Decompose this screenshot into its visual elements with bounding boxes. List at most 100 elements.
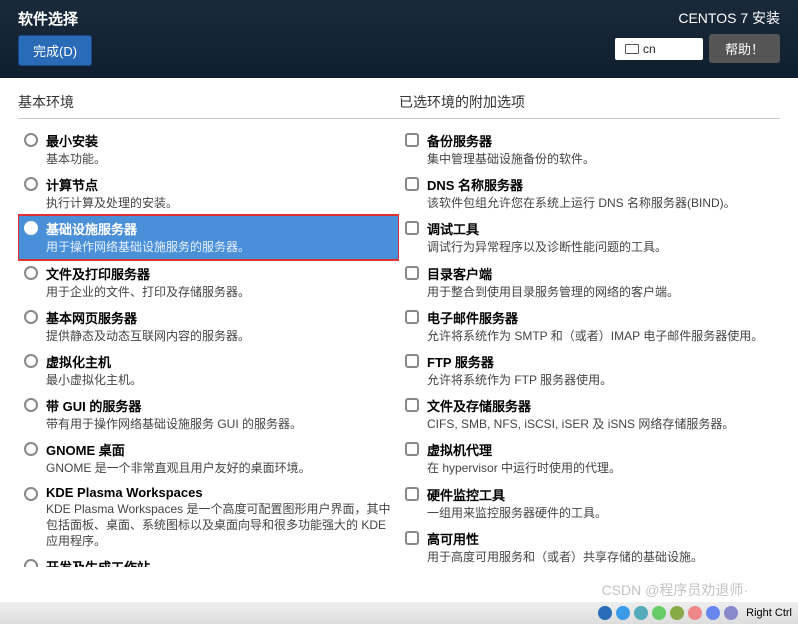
checkbox-icon [405, 531, 419, 545]
watermark: CSDN @程序员劝退师· [602, 580, 748, 600]
top-bar: 软件选择 完成(D) CENTOS 7 安装 cn 帮助！ [0, 0, 798, 78]
addon-item[interactable]: DNS 名称服务器该软件包组允许您在系统上运行 DNS 名称服务器(BIND)。 [399, 171, 780, 215]
addon-desc: 一组用来监控服务器硬件的工具。 [427, 505, 774, 521]
checkbox-icon [405, 133, 419, 147]
help-button[interactable]: 帮助！ [709, 34, 780, 63]
addon-item[interactable]: 硬件监控工具一组用来监控服务器硬件的工具。 [399, 481, 780, 525]
env-item[interactable]: 开发及生成工作站用于软件、硬件、图形或者内容开发的工作站。 [18, 553, 399, 567]
checkbox-icon [405, 266, 419, 280]
checkbox-icon [405, 221, 419, 235]
env-label: KDE Plasma Workspaces [46, 485, 393, 500]
addon-desc: 该软件包组允许您在系统上运行 DNS 名称服务器(BIND)。 [427, 195, 774, 211]
vm-taskbar: Right Ctrl [0, 602, 798, 624]
env-item[interactable]: 基础设施服务器用于操作网络基础设施服务的服务器。 [18, 215, 399, 259]
addon-label: 目录客户端 [427, 264, 774, 283]
addon-desc: 允许将系统作为 FTP 服务器使用。 [427, 372, 774, 388]
addon-item[interactable]: 虚拟机代理在 hypervisor 中运行时使用的代理。 [399, 436, 780, 480]
env-label: GNOME 桌面 [46, 440, 393, 459]
tray-icon[interactable] [688, 606, 702, 620]
addon-label: FTP 服务器 [427, 352, 774, 371]
radio-icon [24, 221, 38, 235]
tray-icon[interactable] [598, 606, 612, 620]
addon-desc: CIFS, SMB, NFS, iSCSI, iSER 及 iSNS 网络存储服… [427, 416, 774, 432]
radio-icon [24, 398, 38, 412]
env-label: 计算节点 [46, 175, 393, 194]
addon-label: 高可用性 [427, 529, 774, 548]
install-label: CENTOS 7 安装 [615, 8, 780, 28]
env-item[interactable]: 文件及打印服务器用于企业的文件、打印及存储服务器。 [18, 260, 399, 304]
addon-label: 调试工具 [427, 219, 774, 238]
env-item[interactable]: KDE Plasma WorkspacesKDE Plasma Workspac… [18, 481, 399, 554]
env-desc: 基本功能。 [46, 151, 393, 167]
addon-item[interactable]: 文件及存储服务器CIFS, SMB, NFS, iSCSI, iSER 及 iS… [399, 392, 780, 436]
addon-item[interactable]: 目录客户端用于整合到使用目录服务管理的网络的客户端。 [399, 260, 780, 304]
env-label: 文件及打印服务器 [46, 264, 393, 283]
tray-icon[interactable] [724, 606, 738, 620]
tray-icon[interactable] [670, 606, 684, 620]
addon-item[interactable]: 调试工具调试行为异常程序以及诊断性能问题的工具。 [399, 215, 780, 259]
env-desc: 执行计算及处理的安装。 [46, 195, 393, 211]
checkbox-icon [405, 177, 419, 191]
env-label: 虚拟化主机 [46, 352, 393, 371]
addon-label: 硬件监控工具 [427, 485, 774, 504]
environment-list: 最小安装基本功能。计算节点执行计算及处理的安装。基础设施服务器用于操作网络基础设… [18, 127, 399, 567]
addon-item[interactable]: 电子邮件服务器允许将系统作为 SMTP 和（或者）IMAP 电子邮件服务器使用。 [399, 304, 780, 348]
done-button[interactable]: 完成(D) [18, 35, 92, 66]
addon-label: DNS 名称服务器 [427, 175, 774, 194]
addon-label: 备份服务器 [427, 131, 774, 150]
addon-desc: 调试行为异常程序以及诊断性能问题的工具。 [427, 239, 774, 255]
checkbox-icon [405, 442, 419, 456]
radio-icon [24, 177, 38, 191]
addon-desc: 允许将系统作为 SMTP 和（或者）IMAP 电子邮件服务器使用。 [427, 328, 774, 344]
env-item[interactable]: 带 GUI 的服务器带有用于操作网络基础设施服务 GUI 的服务器。 [18, 392, 399, 436]
env-desc: 提供静态及动态互联网内容的服务器。 [46, 328, 393, 344]
keyboard-layout-label: cn [643, 42, 656, 56]
radio-icon [24, 310, 38, 324]
environment-column: 基本环境 最小安装基本功能。计算节点执行计算及处理的安装。基础设施服务器用于操作… [18, 78, 399, 578]
tray-icon[interactable] [706, 606, 720, 620]
radio-icon [24, 487, 38, 501]
radio-icon [24, 559, 38, 567]
env-item[interactable]: 基本网页服务器提供静态及动态互联网内容的服务器。 [18, 304, 399, 348]
radio-icon [24, 266, 38, 280]
env-label: 基础设施服务器 [46, 219, 393, 238]
radio-icon [24, 133, 38, 147]
radio-icon [24, 442, 38, 456]
addons-column: 已选环境的附加选项 备份服务器集中管理基础设施备份的软件。DNS 名称服务器该软… [399, 78, 780, 578]
keyboard-layout-selector[interactable]: cn [615, 38, 703, 60]
checkbox-icon [405, 310, 419, 324]
env-desc: 用于企业的文件、打印及存储服务器。 [46, 284, 393, 300]
addon-label: 虚拟机代理 [427, 440, 774, 459]
addons-heading: 已选环境的附加选项 [399, 92, 780, 119]
addon-label: 电子邮件服务器 [427, 308, 774, 327]
env-item[interactable]: 计算节点执行计算及处理的安装。 [18, 171, 399, 215]
tray-icon[interactable] [616, 606, 630, 620]
env-item[interactable]: GNOME 桌面GNOME 是一个非常直观且用户友好的桌面环境。 [18, 436, 399, 480]
env-item[interactable]: 最小安装基本功能。 [18, 127, 399, 171]
env-desc: GNOME 是一个非常直观且用户友好的桌面环境。 [46, 460, 393, 476]
addon-label: 文件及存储服务器 [427, 396, 774, 415]
header-right: CENTOS 7 安装 cn 帮助！ [615, 8, 780, 63]
addons-list: 备份服务器集中管理基础设施备份的软件。DNS 名称服务器该软件包组允许您在系统上… [399, 127, 780, 567]
addon-desc: 用于高度可用服务和（或者）共享存储的基础设施。 [427, 549, 774, 565]
host-key-indicator: Right Ctrl [746, 607, 792, 619]
env-item[interactable]: 虚拟化主机最小虚拟化主机。 [18, 348, 399, 392]
addon-desc: 集中管理基础设施备份的软件。 [427, 151, 774, 167]
env-label: 开发及生成工作站 [46, 557, 393, 567]
checkbox-icon [405, 398, 419, 412]
addon-item[interactable]: 备份服务器集中管理基础设施备份的软件。 [399, 127, 780, 171]
env-desc: 用于操作网络基础设施服务的服务器。 [46, 239, 393, 255]
checkbox-icon [405, 487, 419, 501]
env-desc: KDE Plasma Workspaces 是一个高度可配置图形用户界面，其中包… [46, 501, 393, 550]
tray-icon[interactable] [652, 606, 666, 620]
addon-item[interactable]: FTP 服务器允许将系统作为 FTP 服务器使用。 [399, 348, 780, 392]
env-label: 带 GUI 的服务器 [46, 396, 393, 415]
addon-item[interactable]: 高可用性用于高度可用服务和（或者）共享存储的基础设施。 [399, 525, 780, 567]
tray-icon[interactable] [634, 606, 648, 620]
env-label: 基本网页服务器 [46, 308, 393, 327]
addon-desc: 用于整合到使用目录服务管理的网络的客户端。 [427, 284, 774, 300]
checkbox-icon [405, 354, 419, 368]
env-label: 最小安装 [46, 131, 393, 150]
env-desc: 带有用于操作网络基础设施服务 GUI 的服务器。 [46, 416, 393, 432]
addon-desc: 在 hypervisor 中运行时使用的代理。 [427, 460, 774, 476]
